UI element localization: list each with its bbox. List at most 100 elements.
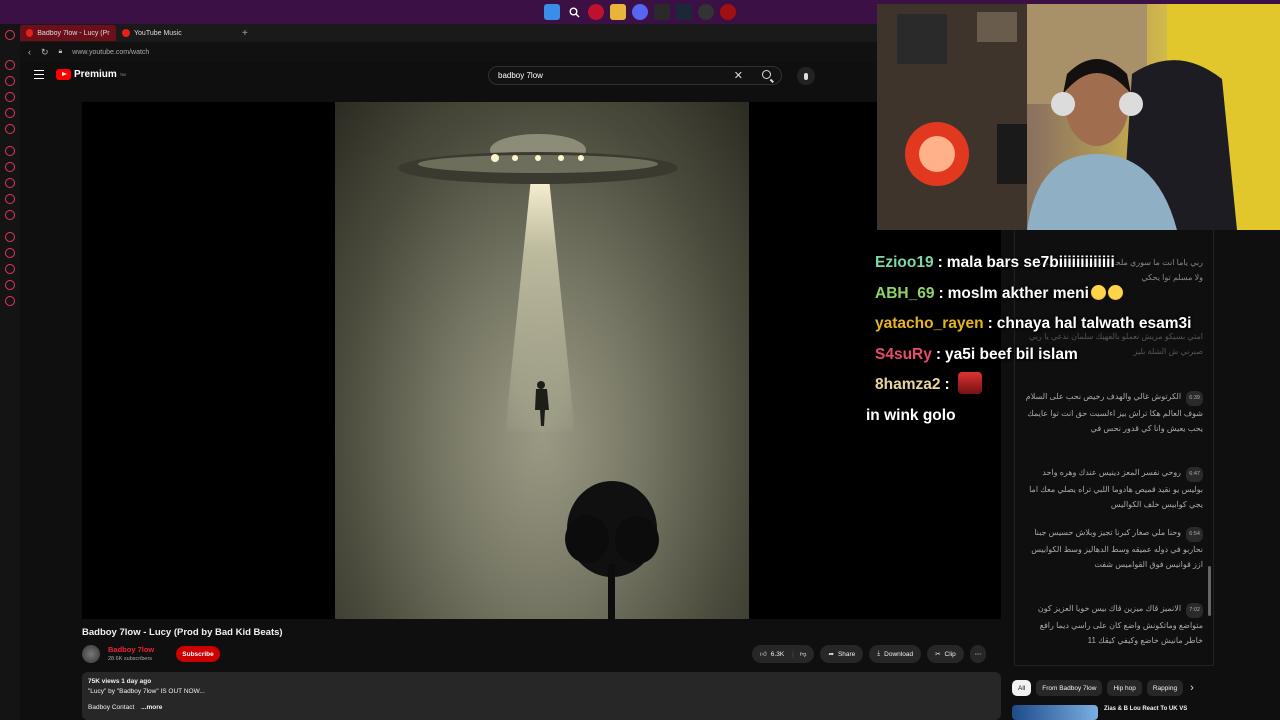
- chat-separator: :: [937, 254, 943, 271]
- sidebar-app-icon[interactable]: [5, 296, 15, 306]
- sidebar-app-icon[interactable]: [5, 30, 15, 40]
- chat-message: Ezioo19: mala bars se7biiiiiiiiiiiii: [866, 248, 1266, 279]
- sidebar-app-icon[interactable]: [5, 280, 15, 290]
- sidebar-app-icon[interactable]: [5, 178, 15, 188]
- tab-youtube-music[interactable]: YouTube Music: [116, 25, 212, 41]
- controller-icon[interactable]: [698, 4, 714, 20]
- address-bar: ‹ ↻ 🔒︎ www.youtube.com/watch: [20, 42, 878, 62]
- chevron-right-icon[interactable]: ›: [1190, 682, 1194, 694]
- logo-text: Premium: [74, 69, 117, 80]
- recommended-title: Zias & B Lou React To UK VS: [1104, 706, 1188, 712]
- scissors-icon: ✂: [935, 651, 941, 658]
- channel-name[interactable]: Badboy 7low: [108, 645, 154, 654]
- thumbs-up-icon: 👍︎: [760, 651, 767, 658]
- laughing-emoji-icon: [1107, 284, 1123, 300]
- sidebar-app-icon[interactable]: [5, 248, 15, 258]
- search-icon[interactable]: [566, 4, 582, 20]
- youtube-music-favicon-icon: [122, 29, 130, 37]
- sidebar-app-icon[interactable]: [5, 162, 15, 172]
- webcam-feed: [877, 4, 1280, 230]
- chat-username: yatacho_rayen: [875, 315, 984, 332]
- lyric-timestamp[interactable]: 6:54: [1186, 527, 1203, 542]
- sidebar-app-icon[interactable]: [5, 124, 15, 134]
- chat-text: moslm akther meni: [947, 284, 1089, 302]
- opera-browser-icon[interactable]: [588, 4, 604, 20]
- youtube-logo-icon: [56, 69, 71, 80]
- file-explorer-icon[interactable]: [610, 4, 626, 20]
- discord-icon[interactable]: [632, 4, 648, 20]
- steam-icon[interactable]: [676, 4, 692, 20]
- share-button[interactable]: ➦ Share: [820, 645, 864, 663]
- subscribe-button[interactable]: Subscribe: [176, 646, 220, 662]
- search-icon[interactable]: [762, 70, 771, 79]
- chat-username: S4suRy: [875, 345, 932, 363]
- app-icon[interactable]: [654, 4, 670, 20]
- chat-emote-icon: [957, 372, 982, 394]
- video-player[interactable]: [82, 102, 1001, 619]
- voice-search-icon[interactable]: [797, 67, 815, 85]
- download-button[interactable]: ⤓ Download: [869, 645, 922, 663]
- chip-from-channel[interactable]: From Badboy 7low: [1036, 680, 1103, 696]
- show-more-link[interactable]: ...more: [141, 704, 162, 711]
- lock-icon: 🔒︎: [58, 48, 63, 55]
- stream-chat-overlay: Ezioo19: mala bars se7biiiiiiiiiiiii ABH_…: [866, 248, 1266, 431]
- browser-tabs: Badboy 7low - Lucy (Prod YouTube Music +: [20, 24, 878, 42]
- sidebar-app-icon[interactable]: [5, 146, 15, 156]
- reload-icon[interactable]: ↻: [41, 47, 49, 58]
- tab-label: YouTube Music: [134, 29, 182, 37]
- url-text[interactable]: www.youtube.com/watch: [72, 49, 149, 56]
- more-actions-button[interactable]: ⋯: [969, 645, 987, 663]
- more-label: ⋯: [974, 651, 982, 658]
- chat-message: 8hamza2:: [866, 370, 1266, 401]
- lyric-line: 6:54 وحنا ملي صغار كبرنا تجيز وبلاش حسيس…: [1021, 525, 1203, 572]
- sidebar-app-icon[interactable]: [5, 232, 15, 242]
- chat-separator: :: [987, 315, 993, 332]
- windows-start-icon[interactable]: [544, 4, 560, 20]
- sidebar-app-icon[interactable]: [5, 92, 15, 102]
- lyrics-scrollbar[interactable]: [1208, 566, 1211, 616]
- tab-youtube-video[interactable]: Badboy 7low - Lucy (Prod: [20, 25, 116, 41]
- opera-gx-icon[interactable]: [720, 4, 736, 20]
- video-artwork: [335, 102, 749, 619]
- like-button[interactable]: 👍︎ 6.3K | 👎︎: [752, 645, 815, 663]
- share-label: Share: [837, 650, 856, 658]
- ufo-image: [398, 134, 678, 184]
- video-actions: 👍︎ 6.3K | 👎︎ ➦ Share ⤓ Download ✂ Clip ⋯: [752, 645, 987, 663]
- chat-text: chnaya hal talwath esam3i: [996, 315, 1192, 332]
- streamer-webcam-image: [877, 4, 1280, 230]
- description-box[interactable]: 75K views 1 day ago "Lucy" by "Badboy 7l…: [82, 672, 1001, 720]
- clip-button[interactable]: ✂ Clip: [927, 645, 964, 663]
- recommended-video[interactable]: Zias & B Lou React To UK VS: [1012, 705, 1212, 720]
- sidebar-app-icon[interactable]: [5, 108, 15, 118]
- sidebar-app-icon[interactable]: [5, 264, 15, 274]
- lyric-text: الانميز ڤاك ميزين ڤاك بيس خويا العزيز كو…: [1037, 604, 1203, 645]
- chat-separator: :: [944, 376, 950, 393]
- youtube-premium-logo[interactable]: Premium TM: [56, 69, 126, 80]
- sidebar-app-icon[interactable]: [5, 60, 15, 70]
- new-tab-icon[interactable]: +: [242, 28, 248, 39]
- video-title: Badboy 7low - Lucy (Prod by Bad Kid Beat…: [82, 627, 283, 638]
- sidebar-app-icon[interactable]: [5, 194, 15, 204]
- clear-search-icon[interactable]: ✕: [734, 69, 743, 82]
- views-date: 75K views 1 day ago: [88, 678, 152, 685]
- sidebar-app-icon[interactable]: [5, 76, 15, 86]
- menu-icon[interactable]: [34, 70, 44, 79]
- chat-message-continuation: in wink golo: [866, 406, 956, 424]
- chip-all[interactable]: All: [1012, 680, 1032, 696]
- back-icon[interactable]: ‹: [28, 47, 31, 57]
- chat-separator: :: [938, 284, 944, 302]
- thumbs-down-icon[interactable]: 👎︎: [800, 650, 807, 658]
- laughing-emoji-icon: [1090, 284, 1106, 300]
- tree-image: [565, 481, 659, 619]
- description-contact: Badboy Contact: [88, 704, 135, 711]
- lyric-timestamp[interactable]: 6:47: [1186, 467, 1203, 482]
- sidebar-app-icon[interactable]: [5, 210, 15, 220]
- chat-message: ABH_69: moslm akther meni: [866, 279, 1266, 310]
- chip-rapping[interactable]: Rapping: [1146, 680, 1184, 696]
- lyric-timestamp[interactable]: 7:02: [1186, 603, 1203, 618]
- lyric-line: 7:02 الانميز ڤاك ميزين ڤاك بيس خويا العز…: [1021, 601, 1203, 648]
- channel-avatar[interactable]: [82, 645, 100, 663]
- chip-hip-hop[interactable]: Hip hop: [1107, 680, 1142, 696]
- search-input[interactable]: badboy 7low ✕: [488, 66, 782, 85]
- share-icon: ➦: [828, 651, 834, 658]
